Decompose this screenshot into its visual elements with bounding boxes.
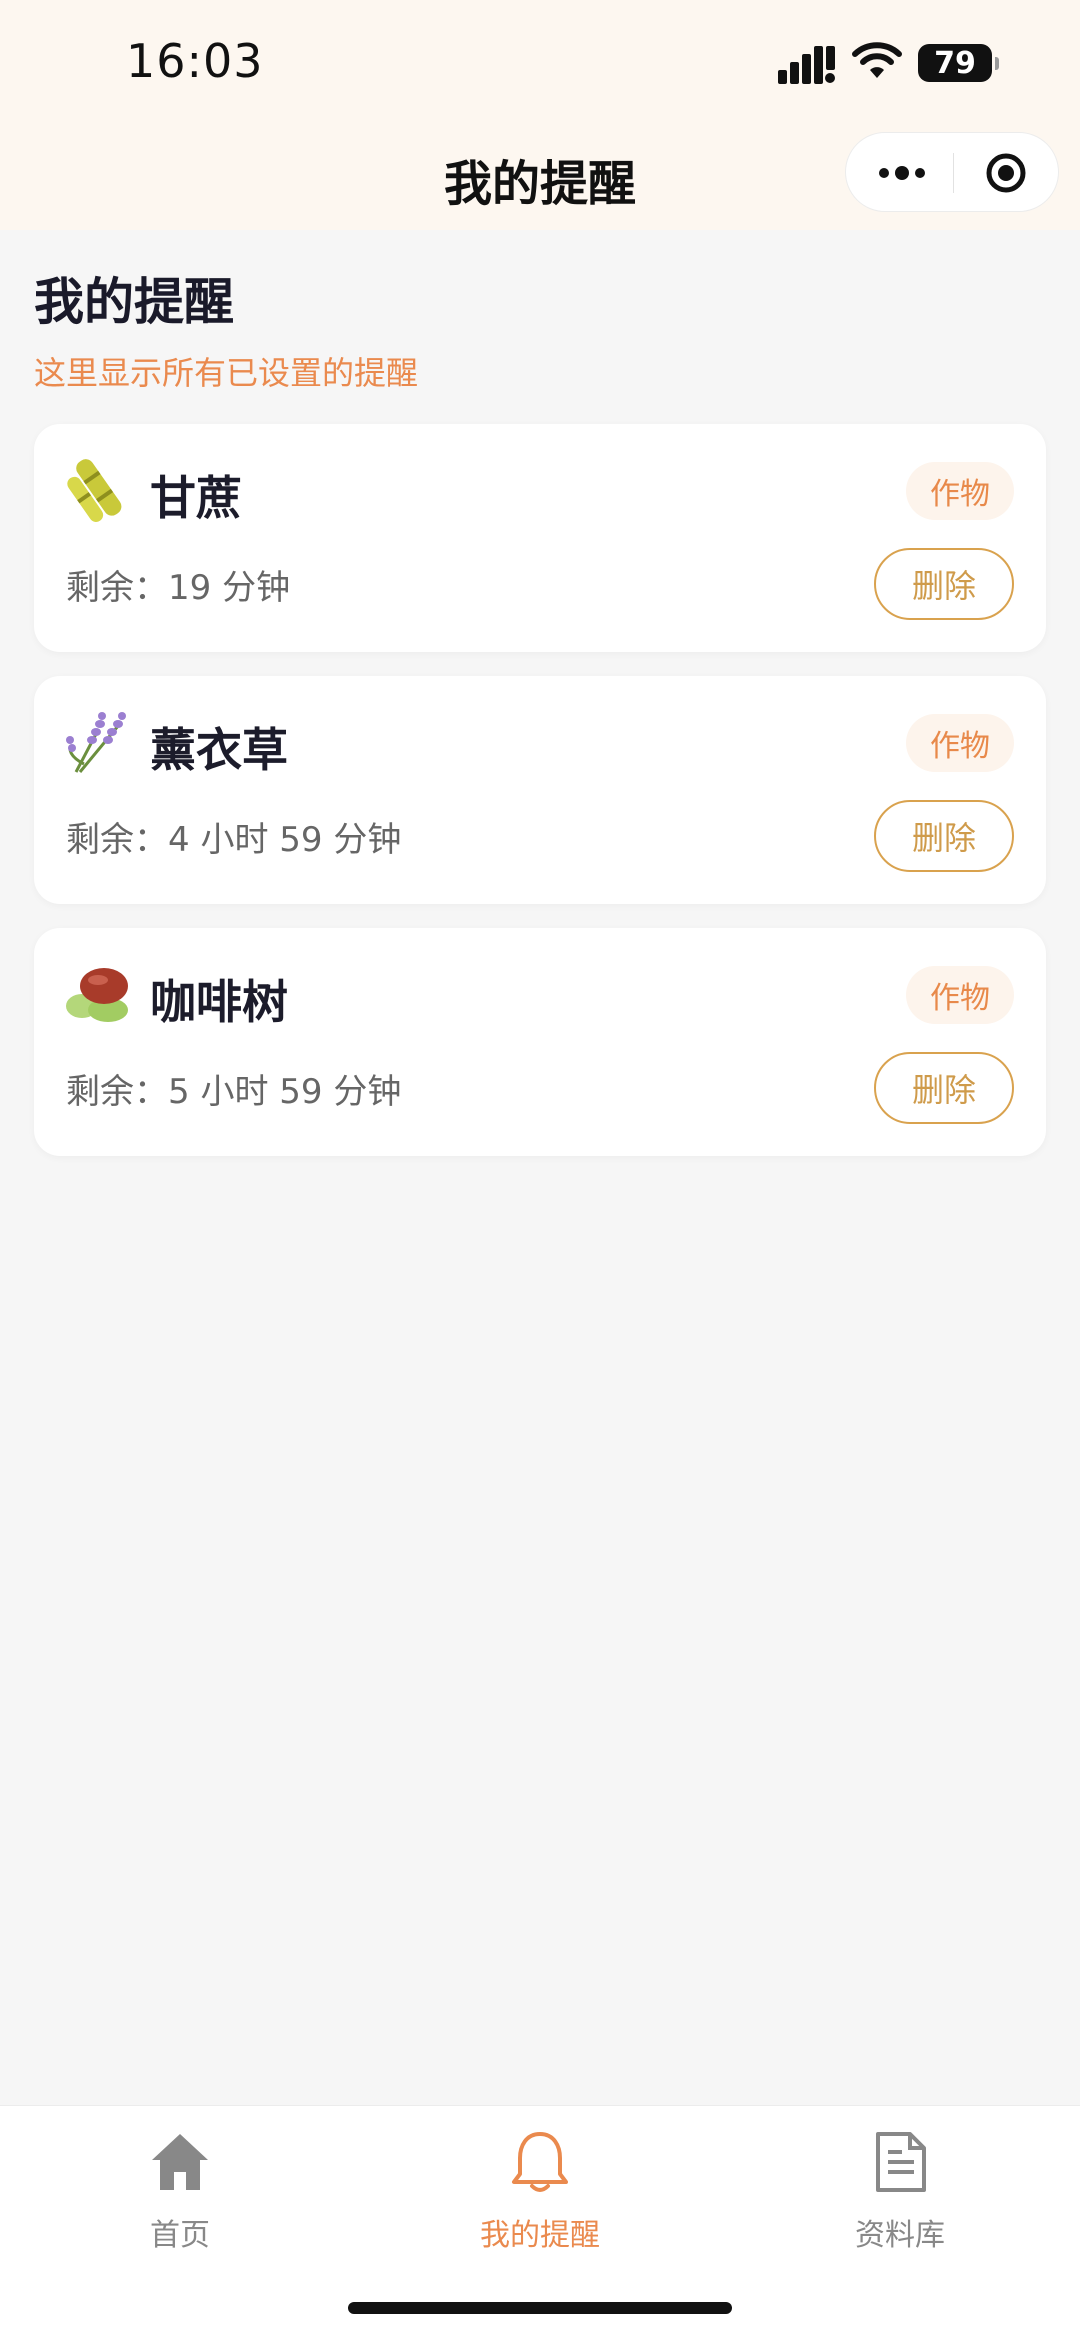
tab-label: 首页 xyxy=(150,2218,210,2253)
coffee-tree-icon xyxy=(66,968,128,1022)
tab-label: 我的提醒 xyxy=(480,2218,600,2253)
battery-indicator: 79 xyxy=(918,44,999,82)
remaining-time: 剩余：5 小时 59 分钟 xyxy=(66,1072,402,1112)
crop-name: 甘蔗 xyxy=(150,471,242,525)
delete-button[interactable]: 删除 xyxy=(874,800,1014,872)
wifi-icon xyxy=(852,42,902,78)
sugarcane-icon xyxy=(67,459,122,522)
remaining-time: 剩余：19 分钟 xyxy=(66,568,291,608)
crop-tag: 作物 xyxy=(906,462,1014,520)
crop-name: 咖啡树 xyxy=(150,975,288,1029)
crop-tag: 作物 xyxy=(906,966,1014,1024)
target-icon[interactable] xyxy=(984,151,1028,195)
lavender-icon xyxy=(66,712,126,773)
status-bar: 16:03 79 xyxy=(0,0,1080,130)
tab-label: 资料库 xyxy=(855,2218,945,2253)
delete-button[interactable]: 删除 xyxy=(874,1052,1014,1124)
bell-icon xyxy=(512,2132,568,2192)
capsule-divider xyxy=(953,153,954,193)
status-time: 16:03 xyxy=(126,34,264,88)
crop-tag: 作物 xyxy=(906,714,1014,772)
home-indicator xyxy=(348,2302,732,2314)
more-icon[interactable] xyxy=(876,161,928,185)
document-icon xyxy=(876,2132,926,2192)
tab-home[interactable]: 首页 xyxy=(80,2124,280,2254)
signal-icon xyxy=(778,46,835,84)
miniprogram-capsule xyxy=(845,132,1059,212)
nav-bar: 我的提醒 xyxy=(0,130,1080,230)
delete-button[interactable]: 删除 xyxy=(874,548,1014,620)
crop-name: 薰衣草 xyxy=(150,723,288,777)
reminder-card: 薰衣草 作物 剩余：4 小时 59 分钟 删除 xyxy=(34,676,1046,904)
remaining-time: 剩余：4 小时 59 分钟 xyxy=(66,820,402,860)
home-icon xyxy=(152,2134,208,2190)
reminder-card: 咖啡树 作物 剩余：5 小时 59 分钟 删除 xyxy=(34,928,1046,1156)
page-title: 我的提醒 xyxy=(34,273,234,331)
page-subtitle: 这里显示所有已设置的提醒 xyxy=(34,354,419,392)
reminder-card: 甘蔗 作物 剩余：19 分钟 删除 xyxy=(34,424,1046,652)
tab-library[interactable]: 资料库 xyxy=(800,2124,1000,2254)
tab-reminders[interactable]: 我的提醒 xyxy=(440,2124,640,2254)
page: 16:03 79 我的提醒 我的提醒 这里显示所有已设置的提醒 甘蔗 作物 剩余… xyxy=(0,0,1080,2337)
